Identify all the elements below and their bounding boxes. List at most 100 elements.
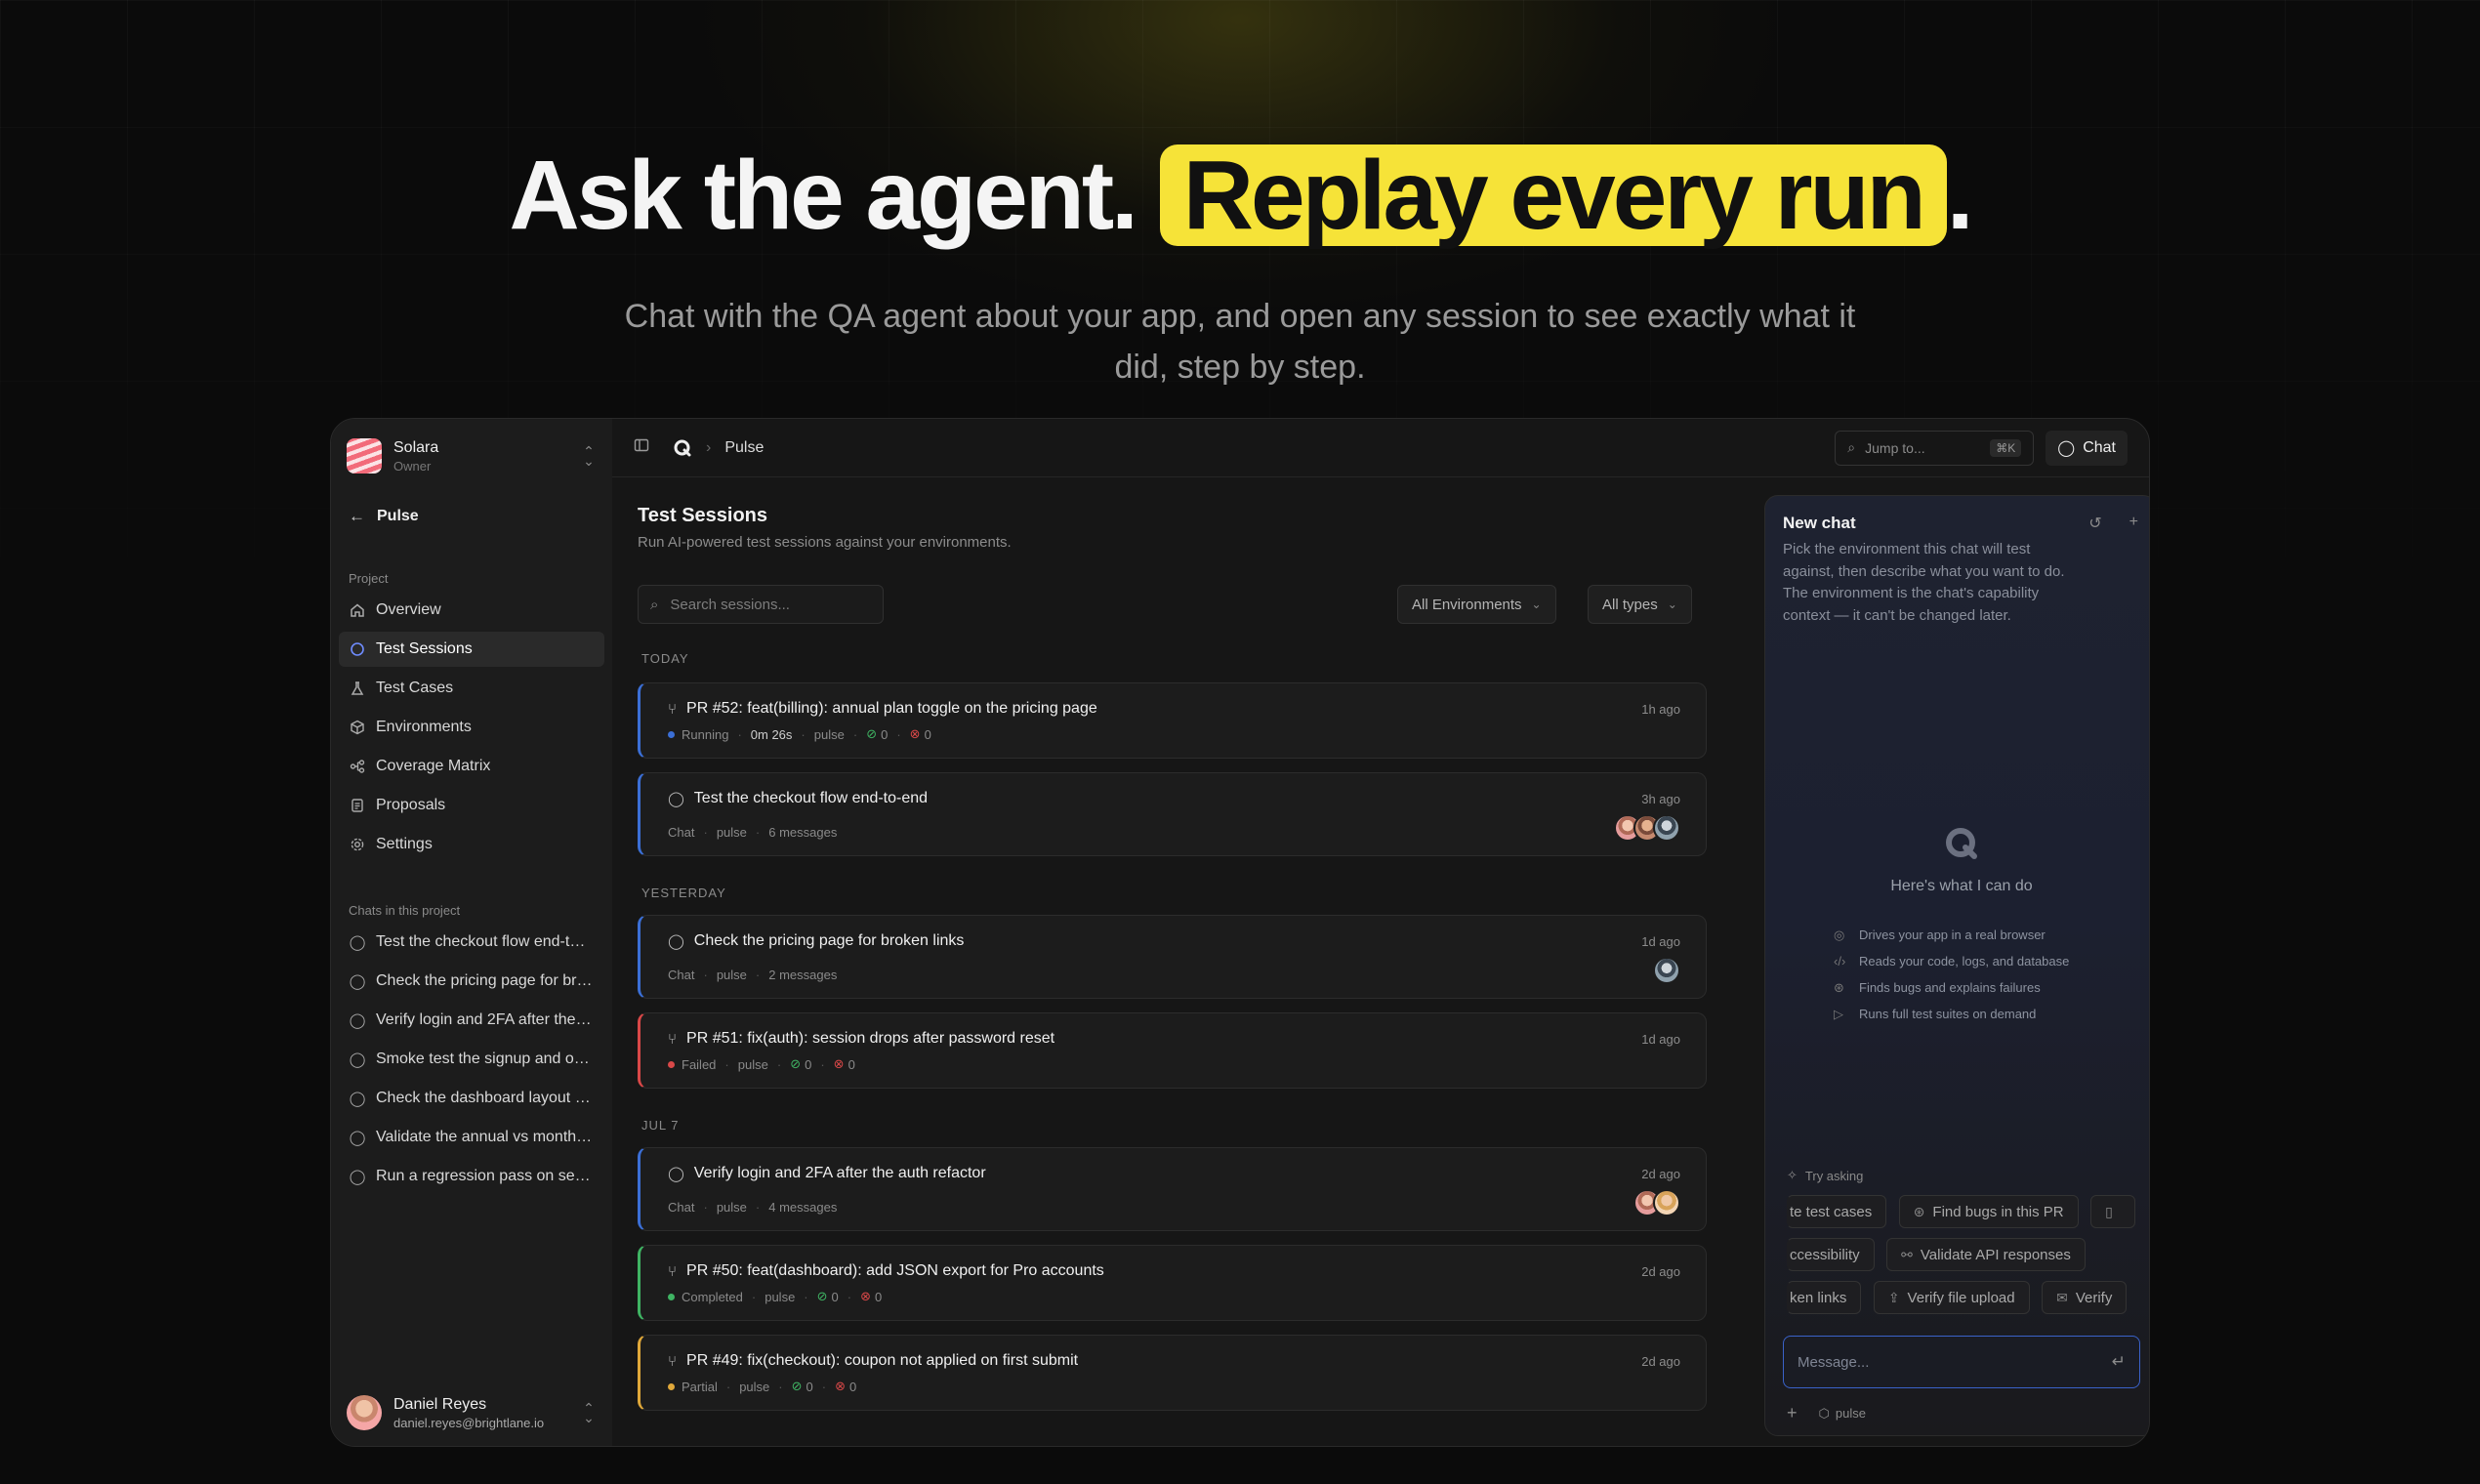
- session-card[interactable]: ⑂ PR #52: feat(billing): annual plan togg…: [638, 682, 1707, 759]
- avatar: [1653, 814, 1680, 842]
- sidebar-item-test-cases[interactable]: Test Cases: [339, 671, 604, 706]
- environment-label[interactable]: pulse: [1836, 1406, 1866, 1421]
- session-title: Check the pricing page for broken links: [693, 932, 965, 949]
- sidebar-item-environments[interactable]: Environments: [339, 710, 604, 745]
- session-env: pulse: [765, 1289, 796, 1304]
- sidebar-item-coverage-matrix[interactable]: Coverage Matrix: [339, 749, 604, 784]
- capabilities-list: ◎ Drives your app in a real browser ‹/› Re…: [1834, 922, 2069, 1027]
- user-email: daniel.reyes@brightlane.io: [393, 1415, 545, 1430]
- chat-bubble-icon: ◯: [349, 1012, 366, 1029]
- capability-item: ▷ Runs full test suites on demand: [1834, 1001, 2069, 1027]
- chat-panel: New chat ↺ + Pick the environment this c…: [1764, 495, 2149, 1436]
- attach-plus-icon[interactable]: +: [1787, 1403, 1798, 1423]
- sidebar-chat-label: Check the pricing page for broken links: [376, 972, 593, 989]
- sidebar-item-label: Proposals: [376, 797, 446, 813]
- session-title: PR #50: feat(dashboard): add JSON export…: [686, 1262, 1104, 1279]
- chevron-updown-icon: ⌃ ⌄: [583, 1400, 595, 1425]
- sidebar-item-settings[interactable]: Settings: [339, 827, 604, 862]
- participant-avatars: [1653, 957, 1680, 984]
- type-filter[interactable]: All types ⌄: [1588, 585, 1692, 624]
- sidebar-chat-label: Verify login and 2FA after the auth refa…: [376, 1011, 593, 1028]
- jump-placeholder: Jump to...: [1865, 439, 1925, 456]
- session-card[interactable]: ◯ Test the checkout flow end-to-end 3h ag…: [638, 772, 1707, 856]
- participant-avatars: [1633, 1189, 1680, 1216]
- session-env: pulse: [813, 726, 845, 742]
- suggestion-chip[interactable]: ⚯ Validate API responses: [1886, 1238, 2086, 1271]
- jump-to-search[interactable]: ⌕ Jump to... ⌘K: [1835, 430, 2035, 466]
- pass-count: ⊘ 0: [790, 1056, 812, 1072]
- sidebar-chat-item[interactable]: ◯ Test the checkout flow end-to-end: [339, 925, 604, 960]
- plus-icon[interactable]: +: [2129, 514, 2138, 533]
- hero: Ask the agent. Replay every run. Chat wi…: [0, 137, 2480, 392]
- chat-bubble-icon: ◯: [349, 973, 366, 990]
- breadcrumb[interactable]: Pulse: [724, 439, 764, 457]
- session-title: PR #52: feat(billing): annual plan toggl…: [686, 700, 1097, 717]
- pass-count: ⊘ 0: [866, 726, 889, 742]
- session-card[interactable]: ◯ Verify login and 2FA after the auth ref…: [638, 1147, 1707, 1231]
- project-section-label: Project: [349, 571, 389, 586]
- suggestion-row: ccessibility ⚯ Validate API responses: [1787, 1238, 2138, 1273]
- app-window: Solara Owner ⌃ ⌄ ← Pulse Project Overview…: [330, 418, 2150, 1447]
- sidebar-item-overview[interactable]: Overview: [339, 593, 604, 628]
- sidebar-chat-label: Validate the annual vs monthly toggle: [376, 1129, 593, 1145]
- play-icon: ▷: [1834, 1006, 1843, 1021]
- session-env: pulse: [737, 1056, 768, 1072]
- sidebar-toggle-icon[interactable]: [634, 437, 649, 458]
- suggestion-chip[interactable]: ✉ Verify: [2042, 1281, 2128, 1314]
- sidebar-chat-item[interactable]: ◯ Validate the annual vs monthly toggle: [339, 1120, 604, 1155]
- sidebar-chat-item[interactable]: ◯ Run a regression pass on settings: [339, 1159, 604, 1194]
- sidebar-item-proposals[interactable]: Proposals: [339, 788, 604, 823]
- session-env: pulse: [739, 1379, 770, 1394]
- hero-title: Ask the agent. Replay every run.: [0, 137, 2480, 254]
- sidebar-item-label: Coverage Matrix: [376, 758, 491, 774]
- suggestion-chip[interactable]: ⇪ Verify file upload: [1873, 1281, 2030, 1314]
- x-circle-icon: ⊗: [835, 1379, 847, 1393]
- sidebar-chat-item[interactable]: ◯ Smoke test the signup and onboarding: [339, 1042, 604, 1077]
- session-duration: 0m 26s: [750, 726, 793, 742]
- session-title: Verify login and 2FA after the auth refa…: [693, 1165, 986, 1181]
- sidebar-chat-item[interactable]: ◯ Check the pricing page for broken links: [339, 964, 604, 999]
- enter-icon[interactable]: ↵: [2112, 1352, 2126, 1372]
- graph-icon: [349, 759, 366, 774]
- org-switcher[interactable]: Solara Owner ⌃ ⌄: [347, 434, 597, 477]
- chat-bubble-icon: ◯: [349, 1051, 366, 1068]
- back-to-project-link[interactable]: ← Pulse: [349, 507, 419, 526]
- session-card[interactable]: ⑂ PR #50: feat(dashboard): add JSON expor…: [638, 1245, 1707, 1321]
- fail-count: ⊗ 0: [860, 1289, 883, 1304]
- search-placeholder: Search sessions...: [670, 596, 790, 613]
- avatar: [1653, 1189, 1680, 1216]
- sessions-panel: Test Sessions Run AI-powered test sessio…: [612, 477, 1740, 1446]
- check-circle-icon: ⊘: [790, 1056, 802, 1071]
- session-card[interactable]: ◯ Check the pricing page for broken links…: [638, 915, 1707, 999]
- pull-request-icon: ⑂: [668, 1262, 678, 1280]
- capability-item: ‹/› Reads your code, logs, and database: [1834, 948, 2069, 974]
- capability-item: ◎ Drives your app in a real browser: [1834, 922, 2069, 948]
- history-icon[interactable]: ↺: [2088, 514, 2101, 533]
- suggestion-chip[interactable]: ccessibility: [1787, 1238, 1875, 1271]
- sidebar-chat-item[interactable]: ◯ Verify login and 2FA after the auth ref…: [339, 1003, 604, 1038]
- environment-filter-label: All Environments: [1412, 596, 1522, 613]
- search-input[interactable]: ⌕ Search sessions...: [638, 585, 884, 624]
- x-circle-icon: ⊗: [909, 726, 921, 741]
- message-input[interactable]: Message... ↵: [1783, 1336, 2140, 1388]
- code-icon: ‹/›: [1834, 954, 1846, 969]
- suggestion-row: te test cases ⊛ Find bugs in this PR ▯: [1787, 1195, 2138, 1230]
- environment-filter[interactable]: All Environments ⌄: [1397, 585, 1556, 624]
- suggestion-chip[interactable]: ⊛ Find bugs in this PR: [1898, 1195, 2079, 1228]
- suggestion-chip[interactable]: te test cases: [1787, 1195, 1887, 1228]
- capability-label: Reads your code, logs, and database: [1859, 954, 2070, 969]
- session-type: Chat: [668, 968, 695, 982]
- session-card[interactable]: ⑂ PR #49: fix(checkout): coupon not appli…: [638, 1335, 1707, 1411]
- app-logo-icon[interactable]: [673, 438, 692, 458]
- sidebar-chat-item[interactable]: ◯ Check the dashboard layout on mobile: [339, 1081, 604, 1116]
- user-menu[interactable]: Daniel Reyes daniel.reyes@brightlane.io …: [347, 1391, 597, 1434]
- suggestion-chip[interactable]: ▯: [2090, 1195, 2135, 1228]
- session-card[interactable]: ⑂ PR #51: fix(auth): session drops after …: [638, 1012, 1707, 1089]
- sidebar-item-test-sessions[interactable]: Test Sessions: [339, 632, 604, 667]
- chat-panel-description: Pick the environment this chat will test…: [1783, 541, 2065, 624]
- chat-button[interactable]: ◯ Chat: [2046, 430, 2128, 466]
- sparkle-icon: ✧: [1787, 1168, 1798, 1182]
- link-icon: ⚯: [1901, 1246, 1913, 1262]
- fail-count: ⊗ 0: [833, 1056, 855, 1072]
- suggestion-chip[interactable]: ken links: [1787, 1281, 1862, 1314]
